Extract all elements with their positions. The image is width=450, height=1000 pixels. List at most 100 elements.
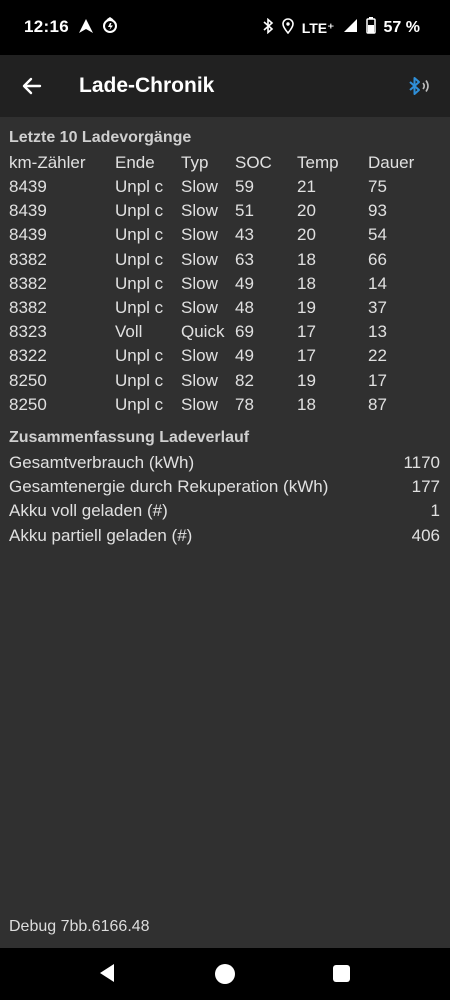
history-table-header: km-Zähler Ende Typ SOC Temp Dauer xyxy=(0,153,450,177)
cell-dauer: 22 xyxy=(368,346,387,366)
cell-dauer: 14 xyxy=(368,273,387,293)
navigation-app-icon xyxy=(78,18,94,39)
bluetooth-connection-button[interactable] xyxy=(404,72,434,102)
cell-dauer: 13 xyxy=(368,322,387,342)
cell-soc: 51 xyxy=(235,201,254,221)
cell-dauer: 54 xyxy=(368,225,387,245)
table-row: 8250 Unpl c Slow 82 19 17 xyxy=(0,371,450,395)
header-temp: Temp xyxy=(297,153,339,172)
summary-value: 1 xyxy=(430,501,440,521)
cell-soc: 59 xyxy=(235,177,254,196)
summary-item: Akku voll geladen (#) 1 xyxy=(0,501,450,525)
summary-item: Gesamtverbrauch (kWh) 1170 xyxy=(0,453,450,477)
battery-percent: 57 % xyxy=(383,19,420,36)
cell-dauer: 75 xyxy=(368,177,387,196)
cell-soc: 69 xyxy=(235,322,254,342)
cell-soc: 78 xyxy=(235,394,254,414)
table-row: 8382 Unpl c Slow 49 18 14 xyxy=(0,274,450,298)
cell-soc: 49 xyxy=(235,346,254,366)
cell-ende: Unpl c xyxy=(115,370,164,390)
cell-typ: Slow xyxy=(181,201,218,221)
app-bar: Lade-Chronik xyxy=(0,55,450,117)
header-soc: SOC xyxy=(235,153,272,172)
cell-ende: Unpl c xyxy=(115,394,164,414)
header-km: km-Zähler xyxy=(9,153,86,172)
cell-typ: Slow xyxy=(181,298,218,317)
cell-temp: 20 xyxy=(297,201,316,221)
cell-ende: Unpl c xyxy=(115,177,164,196)
cell-typ: Slow xyxy=(181,370,218,390)
cell-typ: Slow xyxy=(181,177,218,196)
cell-ende: Unpl c xyxy=(115,225,164,245)
summary-value: 1170 xyxy=(403,453,440,472)
cell-dauer: 87 xyxy=(368,394,387,414)
arrow-left-icon xyxy=(22,77,42,95)
cell-km: 8382 xyxy=(9,249,47,269)
cell-km: 8439 xyxy=(9,225,47,245)
status-bar: 12:16 LTE⁺ 57 % xyxy=(0,0,450,55)
back-button[interactable] xyxy=(16,70,48,102)
cell-typ: Slow xyxy=(181,346,218,366)
summary-label: Gesamtenergie durch Rekuperation (kWh) xyxy=(9,477,329,497)
header-dauer: Dauer xyxy=(368,153,415,172)
cell-temp: 18 xyxy=(297,394,316,414)
table-row: 8323 Voll Quick 69 17 13 xyxy=(0,322,450,346)
bluetooth-connected-icon xyxy=(409,77,429,95)
system-status-icons: LTE⁺ 57 % xyxy=(262,17,420,39)
network-type: LTE⁺ xyxy=(301,19,335,36)
status-time: 12:16 xyxy=(24,17,69,36)
cell-km: 8250 xyxy=(9,394,47,414)
summary-label: Akku voll geladen (#) xyxy=(9,501,168,521)
summary-value: 406 xyxy=(411,525,440,545)
cell-ende: Unpl c xyxy=(115,298,164,317)
cell-km: 8322 xyxy=(9,346,47,366)
summary-label: Gesamtverbrauch (kWh) xyxy=(9,453,195,472)
cell-temp: 19 xyxy=(297,298,316,317)
header-typ: Typ xyxy=(181,153,209,172)
nav-home-button[interactable] xyxy=(215,964,235,984)
cell-km: 8382 xyxy=(9,273,47,293)
cell-temp: 18 xyxy=(297,273,316,293)
cell-ende: Unpl c xyxy=(115,346,164,366)
cell-temp: 21 xyxy=(297,177,316,196)
signal-icon xyxy=(343,18,358,38)
cell-typ: Quick xyxy=(181,322,225,342)
cell-temp: 17 xyxy=(297,322,316,342)
page-title: Lade-Chronik xyxy=(79,74,215,97)
summary-section-title: Zusammenfassung Ladeverlauf xyxy=(9,429,250,446)
cell-temp: 17 xyxy=(297,346,316,366)
battery-icon xyxy=(365,17,376,39)
cell-ende: Voll xyxy=(115,322,143,342)
cell-km: 8439 xyxy=(9,201,47,221)
header-ende: Ende xyxy=(115,153,155,172)
cell-typ: Slow xyxy=(181,249,218,269)
charging-app-icon xyxy=(102,17,119,39)
table-row: 8322 Unpl c Slow 49 17 22 xyxy=(0,346,450,370)
history-section-title: Letzte 10 Ladevorgänge xyxy=(9,129,192,146)
cell-soc: 49 xyxy=(235,273,254,293)
summary-value: 177 xyxy=(411,477,440,497)
system-nav-bar xyxy=(0,948,450,1000)
triangle-back-icon xyxy=(100,964,114,982)
cell-soc: 48 xyxy=(235,298,254,317)
cell-typ: Slow xyxy=(181,273,218,293)
debug-version: Debug 7bb.6166.48 xyxy=(9,918,150,935)
cell-temp: 20 xyxy=(297,225,316,245)
cell-temp: 18 xyxy=(297,249,316,269)
bluetooth-status-icon xyxy=(262,17,274,39)
cell-soc: 82 xyxy=(235,370,254,390)
cell-dauer: 66 xyxy=(368,249,387,269)
table-row: 8439 Unpl c Slow 43 20 54 xyxy=(0,225,450,249)
nav-back-button[interactable] xyxy=(98,963,116,988)
cell-soc: 43 xyxy=(235,225,254,245)
cell-dauer: 93 xyxy=(368,201,387,221)
table-row: 8439 Unpl c Slow 51 20 93 xyxy=(0,201,450,225)
cell-km: 8250 xyxy=(9,370,47,390)
table-row: 8382 Unpl c Slow 48 19 37 xyxy=(0,298,450,322)
cell-temp: 19 xyxy=(297,370,316,390)
cell-typ: Slow xyxy=(181,225,218,245)
nav-recents-button[interactable] xyxy=(333,965,350,982)
cell-soc: 63 xyxy=(235,249,254,269)
cell-ende: Unpl c xyxy=(115,201,164,221)
summary-label: Akku partiell geladen (#) xyxy=(9,525,193,545)
